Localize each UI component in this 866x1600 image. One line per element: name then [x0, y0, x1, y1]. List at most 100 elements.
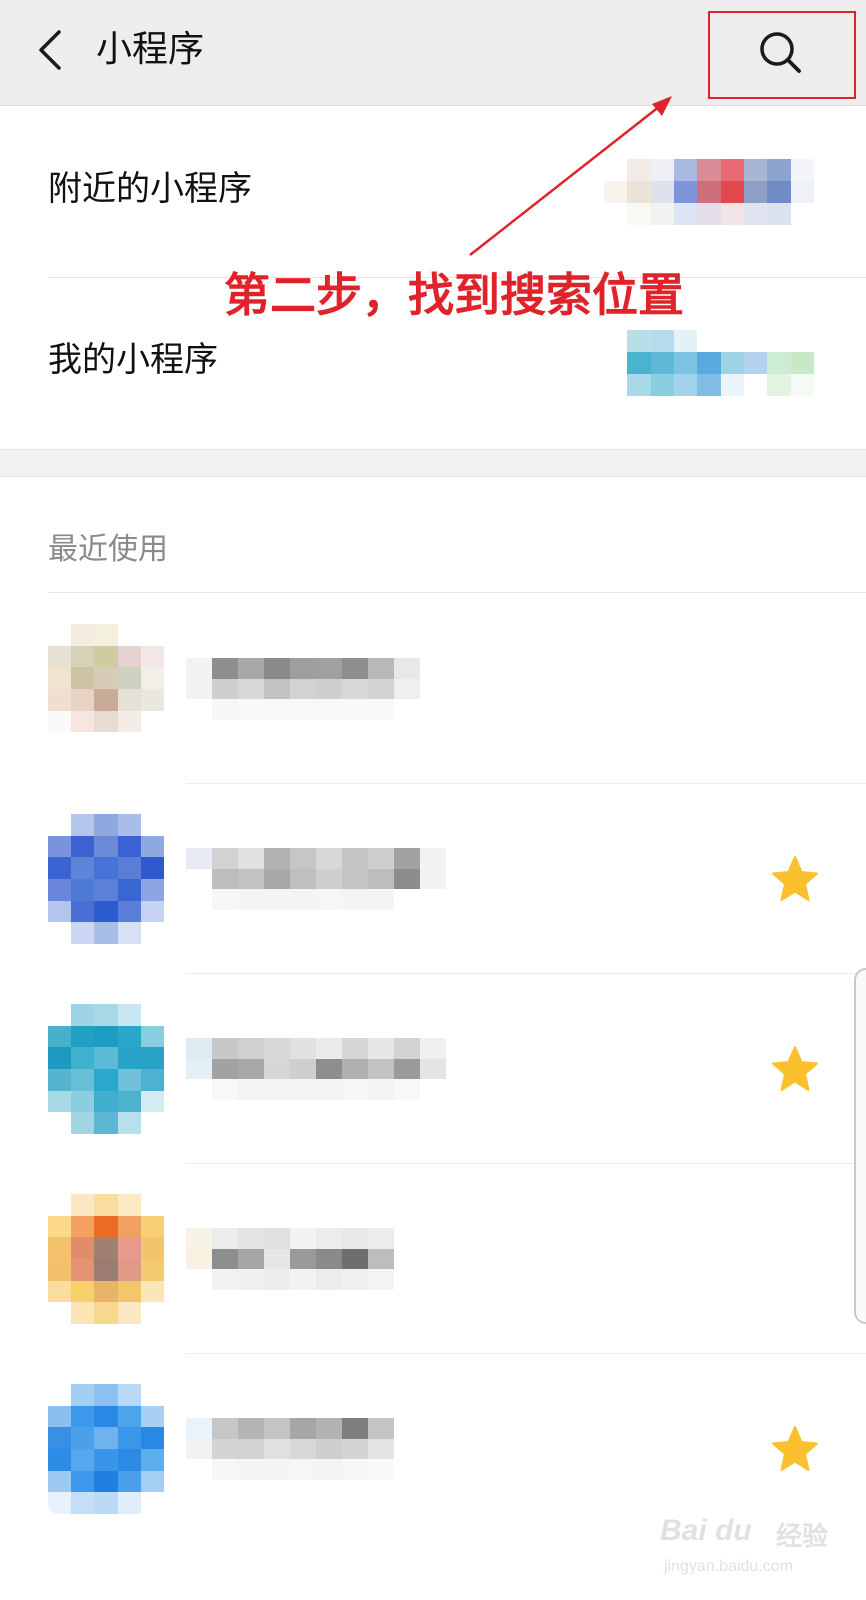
blurred-name-cell: [394, 699, 420, 720]
blurred-name-cell: [186, 1058, 212, 1080]
blurred-preview-cell: [767, 159, 791, 181]
blurred-name-cell: [264, 699, 290, 720]
blurred-name-cell: [290, 848, 316, 869]
search-icon: [760, 32, 801, 73]
blurred-preview-cell: [604, 352, 628, 374]
recent-miniprogram-item[interactable]: [0, 594, 866, 784]
blurred-name-cell: [238, 848, 264, 869]
recent-miniprogram-item[interactable]: [0, 784, 866, 974]
blurred-preview-cell: [604, 181, 628, 203]
blurred-preview-cell: [720, 352, 744, 374]
blurred-icon-cell: [117, 835, 141, 858]
scrollbar-handle[interactable]: [854, 968, 866, 1324]
app-icon: [48, 1004, 164, 1134]
blurred-icon-cell: [140, 1258, 164, 1281]
blurred-name-cell: [342, 1228, 368, 1249]
recent-miniprogram-item[interactable]: [0, 1164, 866, 1354]
blurred-icon-cell: [140, 667, 164, 689]
blurred-name-cell: [238, 699, 264, 720]
recent-miniprogram-item[interactable]: [0, 974, 866, 1164]
blurred-icon-cell: [117, 1470, 141, 1493]
blurred-icon-cell: [117, 1258, 141, 1281]
blurred-icon-cell: [71, 1448, 95, 1471]
blurred-name-cell: [264, 848, 290, 869]
nearby-miniprograms-preview: [604, 159, 814, 225]
blurred-icon-cell: [117, 1448, 141, 1471]
blurred-preview-cell: [627, 203, 651, 225]
blurred-icon-cell: [71, 1025, 95, 1048]
blurred-name-cell: [316, 868, 342, 890]
blurred-icon-cell: [140, 1194, 164, 1216]
blurred-icon-cell: [71, 857, 95, 879]
blurred-name-cell: [264, 1269, 290, 1290]
blurred-name-cell: [394, 1038, 420, 1059]
blurred-icon-cell: [117, 667, 141, 689]
blurred-name-cell: [316, 1079, 342, 1100]
blurred-preview-cell: [697, 352, 721, 374]
nearby-miniprograms-label: 附近的小程序: [48, 169, 252, 209]
blurred-icon-cell: [140, 1448, 164, 1471]
star-icon[interactable]: [768, 854, 822, 904]
blurred-icon-cell: [71, 688, 95, 711]
blurred-preview-cell: [720, 374, 744, 396]
blurred-icon-cell: [94, 1047, 118, 1069]
blurred-icon-cell: [48, 1448, 72, 1471]
blurred-icon-cell: [71, 1237, 95, 1259]
blurred-icon-cell: [48, 814, 72, 836]
blurred-name-cell: [186, 1248, 212, 1270]
blurred-icon-cell: [140, 732, 164, 754]
blurred-name-cell: [186, 658, 212, 679]
blurred-icon-cell: [94, 710, 118, 733]
blurred-icon-cell: [117, 645, 141, 668]
blurred-icon-cell: [117, 1112, 141, 1134]
blurred-icon-cell: [94, 1470, 118, 1493]
blurred-icon-cell: [94, 878, 118, 901]
blurred-icon-cell: [140, 1405, 164, 1428]
blurred-name-cell: [394, 1058, 420, 1080]
blurred-name-cell: [316, 848, 342, 869]
blurred-name-cell: [212, 1228, 238, 1249]
blurred-icon-cell: [94, 1405, 118, 1428]
star-icon[interactable]: [768, 1424, 822, 1474]
blurred-icon-cell: [71, 900, 95, 923]
blurred-preview-cell: [674, 203, 698, 225]
blurred-name-cell: [420, 848, 446, 869]
blurred-name-cell: [186, 678, 212, 700]
blurred-icon-cell: [140, 1427, 164, 1449]
blurred-name-cell: [290, 1269, 316, 1290]
blurred-icon-cell: [117, 1384, 141, 1406]
divider: [48, 592, 866, 593]
blurred-icon-cell: [48, 1492, 72, 1514]
blurred-name-cell: [212, 658, 238, 679]
blurred-name-cell: [368, 868, 394, 890]
blurred-icon-cell: [71, 1112, 95, 1134]
blurred-preview-cell: [697, 203, 721, 225]
star-icon[interactable]: [768, 1044, 822, 1094]
blurred-name-cell: [238, 1248, 264, 1270]
back-button[interactable]: [28, 22, 72, 78]
blurred-name-cell: [290, 889, 316, 910]
blurred-name-cell: [238, 658, 264, 679]
blurred-icon-cell: [48, 1090, 72, 1113]
blurred-icon-cell: [94, 1427, 118, 1449]
blurred-name-cell: [212, 1418, 238, 1439]
search-button[interactable]: [750, 24, 810, 80]
recent-section-header: 最近使用: [48, 532, 168, 567]
blurred-name-cell: [316, 1248, 342, 1270]
blurred-icon-cell: [117, 1280, 141, 1303]
blurred-icon-cell: [117, 1068, 141, 1091]
nearby-miniprograms-row[interactable]: 附近的小程序: [0, 107, 866, 278]
blurred-icon-cell: [117, 857, 141, 879]
blurred-name-cell: [264, 1228, 290, 1249]
blurred-preview-cell: [790, 203, 814, 225]
blurred-icon-cell: [117, 1427, 141, 1449]
blurred-name-cell: [316, 889, 342, 910]
blurred-icon-cell: [117, 624, 141, 646]
blurred-name-cell: [212, 1079, 238, 1100]
blurred-preview-cell: [650, 159, 674, 181]
blurred-icon-cell: [94, 900, 118, 923]
blurred-icon-cell: [48, 688, 72, 711]
blurred-icon-cell: [48, 1280, 72, 1303]
blurred-preview-cell: [790, 374, 814, 396]
blurred-name-cell: [342, 1248, 368, 1270]
